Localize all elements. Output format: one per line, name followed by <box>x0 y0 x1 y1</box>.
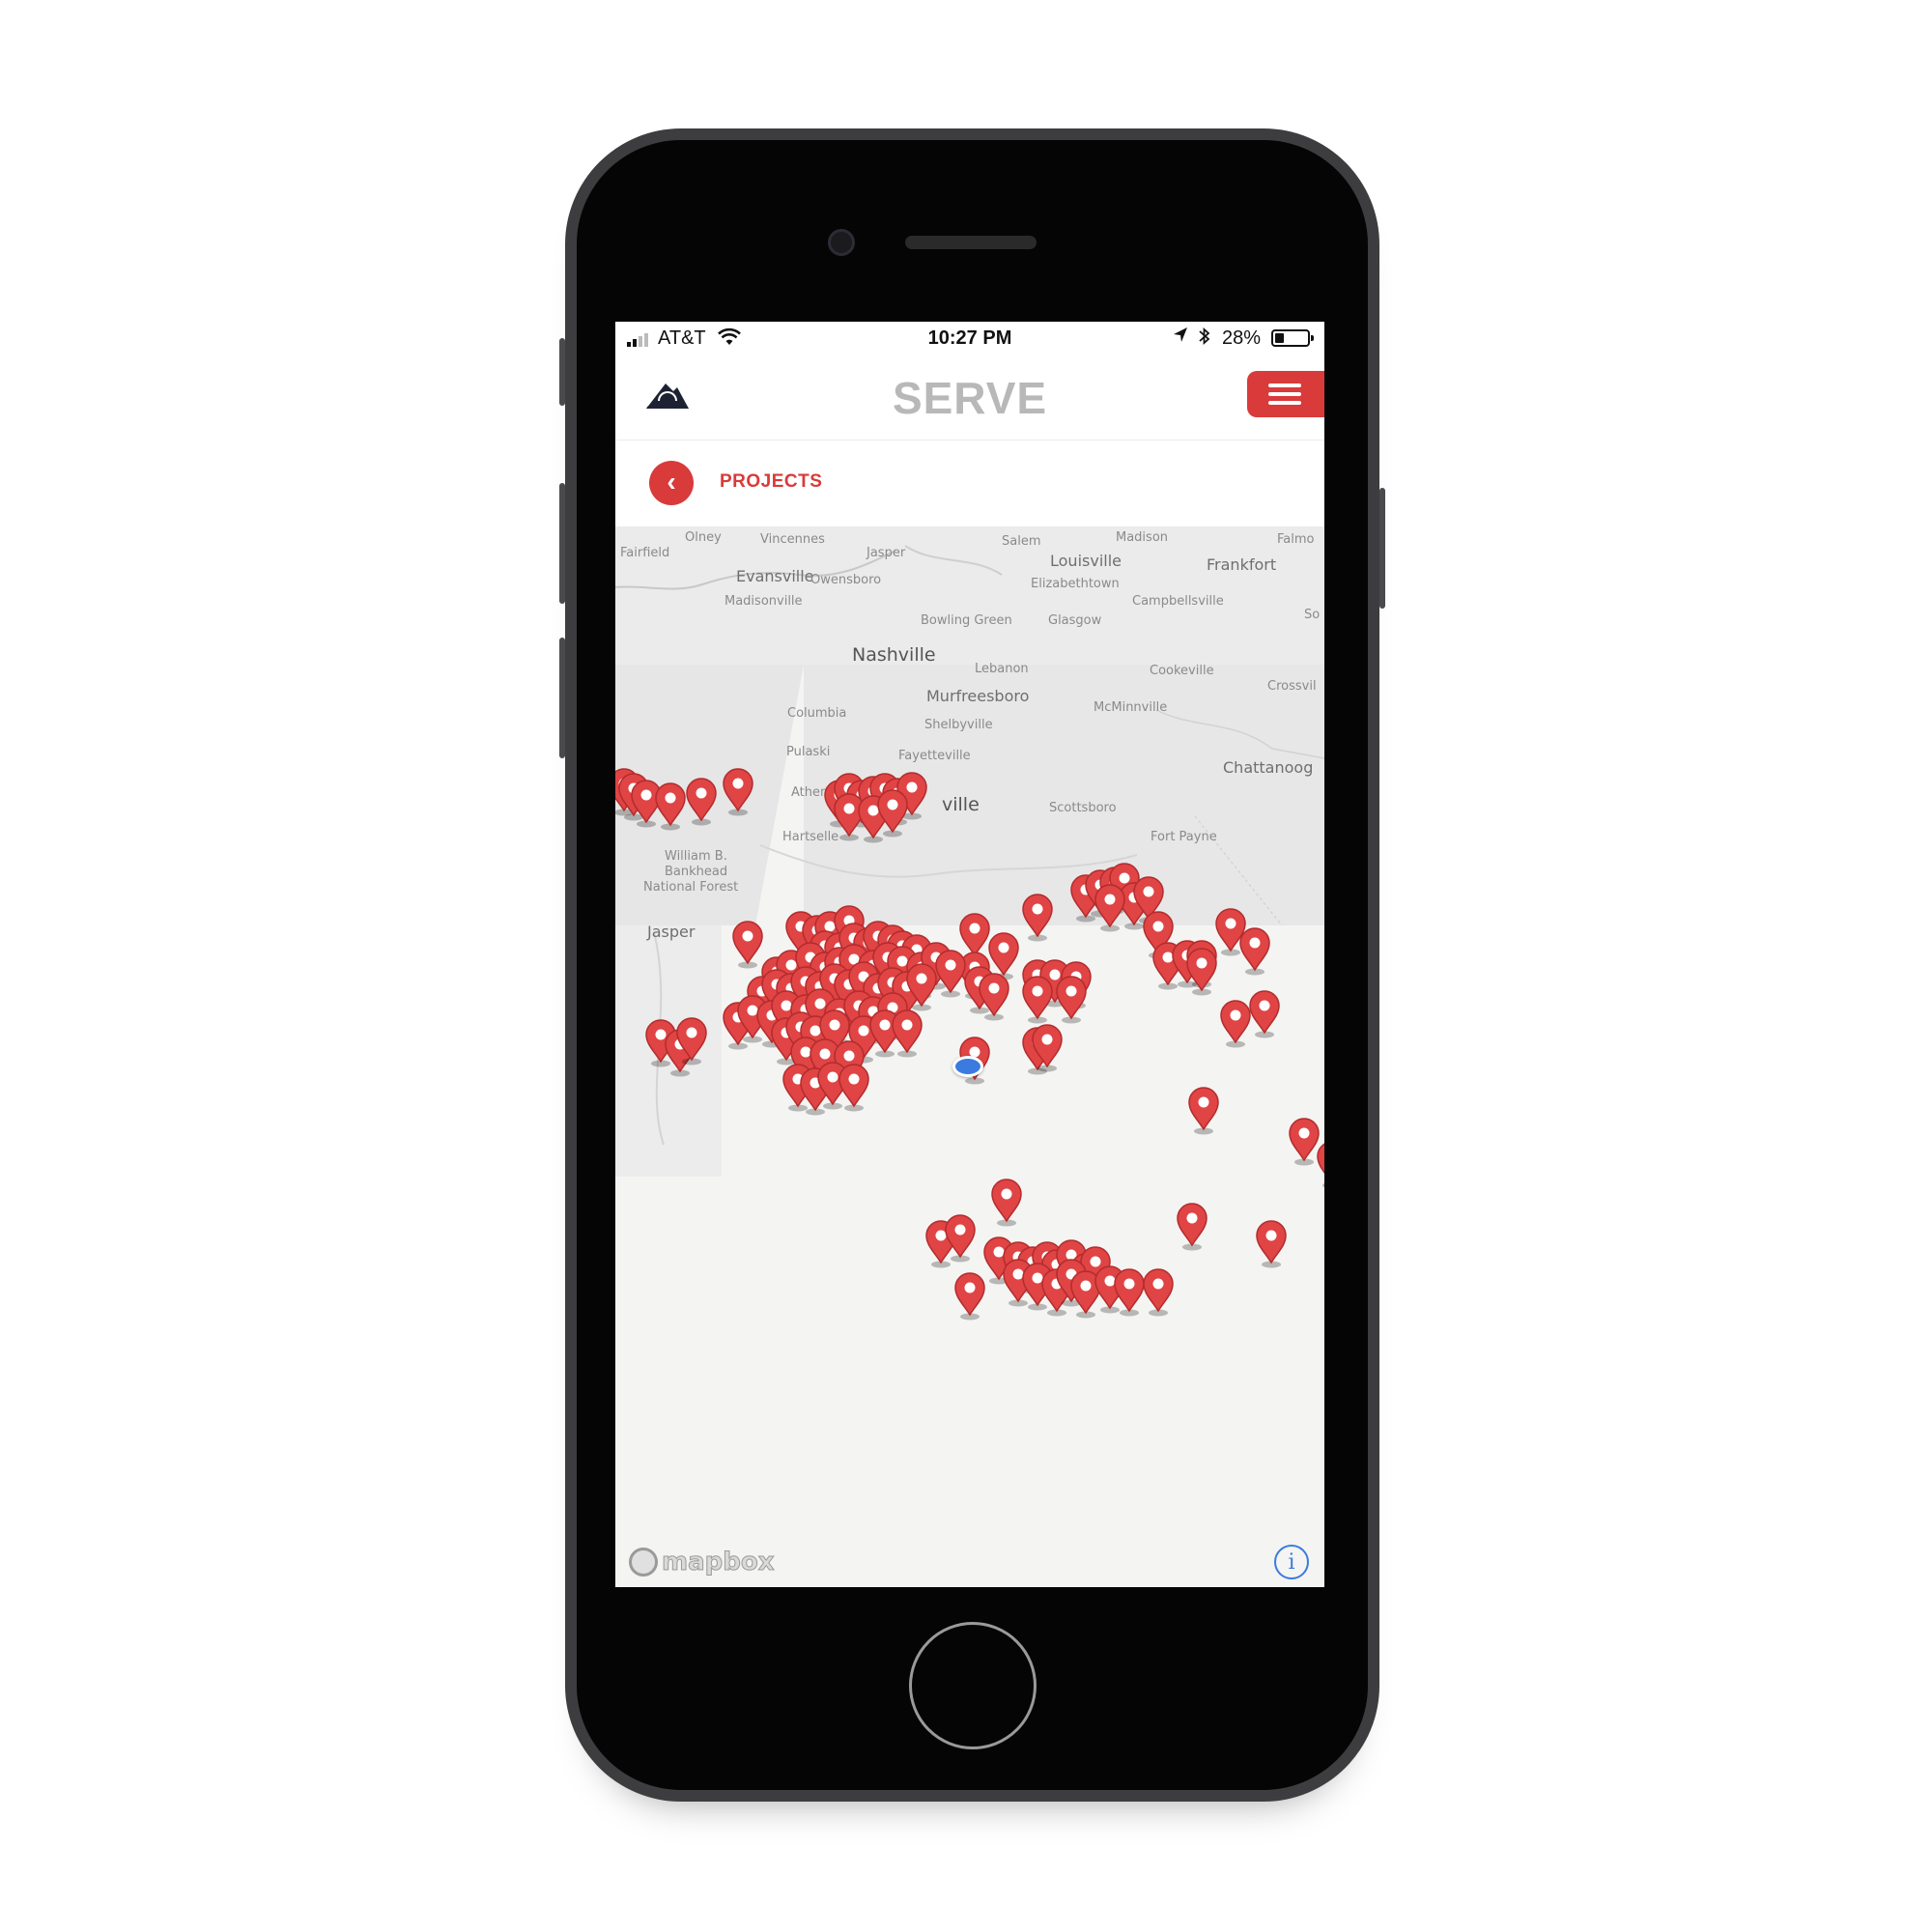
map-pin-icon[interactable] <box>1316 1141 1324 1189</box>
place-label: Fort Payne <box>1151 830 1217 844</box>
map-pin-icon[interactable] <box>1021 894 1054 942</box>
map-pin-icon[interactable] <box>876 789 909 838</box>
place-label: Fayetteville <box>898 749 971 763</box>
place-label: Glasgow <box>1048 613 1102 628</box>
battery-percent: 28% <box>1222 327 1262 349</box>
map-pin-icon[interactable] <box>1055 976 1088 1024</box>
map-pin-icon[interactable] <box>1031 1024 1064 1072</box>
place-label: Falmo <box>1277 532 1315 547</box>
map-pin-icon[interactable] <box>685 778 718 826</box>
map-pin-icon[interactable] <box>722 768 754 816</box>
power-button <box>1379 488 1385 609</box>
place-label: Scottsboro <box>1049 801 1117 815</box>
map-pin-icon[interactable] <box>944 1214 977 1263</box>
phone-screen: AT&T 10:27 PM 28% SERVE ‹ PROJECTS Olney… <box>615 322 1324 1587</box>
mapbox-logo-icon <box>629 1548 658 1577</box>
user-location-dot-icon <box>952 1056 983 1077</box>
place-label: Madisonville <box>724 594 803 609</box>
mapbox-wordmark: mapbox <box>662 1548 775 1577</box>
menu-line <box>1268 392 1301 396</box>
map-pin-icon[interactable] <box>953 1272 986 1321</box>
earpiece-speaker <box>905 236 1037 249</box>
place-label: Hartselle <box>782 830 839 844</box>
map-pin-icon[interactable] <box>1219 1000 1252 1048</box>
place-label: William B. <box>665 849 727 864</box>
place-label: Frankfort <box>1207 555 1277 574</box>
map-pin-icon[interactable] <box>1094 884 1126 932</box>
hamburger-menu-button[interactable] <box>1247 371 1324 417</box>
place-label: Crossvil <box>1267 679 1317 694</box>
home-button[interactable] <box>909 1622 1037 1749</box>
app-header: SERVE <box>615 355 1324 440</box>
map-pin-icon[interactable] <box>1113 1268 1146 1317</box>
place-label: So <box>1304 608 1321 622</box>
status-bar: AT&T 10:27 PM 28% <box>615 322 1324 355</box>
place-label: Jasper <box>867 546 906 560</box>
place-label: Evansville <box>736 567 814 585</box>
place-label: Chattanoog <box>1223 758 1314 777</box>
map-pin-icon[interactable] <box>891 1009 923 1058</box>
place-label: Jasper <box>647 923 696 941</box>
battery-icon <box>1271 329 1314 347</box>
map-pin-icon[interactable] <box>1255 1220 1288 1268</box>
map-pin-icon[interactable] <box>675 1017 708 1065</box>
map-pin-icon[interactable] <box>1176 1203 1208 1251</box>
back-button[interactable]: ‹ <box>649 461 694 505</box>
place-label: ville <box>942 794 980 815</box>
mapbox-logo[interactable]: mapbox <box>629 1546 775 1578</box>
place-label: Bankhead <box>665 865 728 879</box>
map-pin-icon[interactable] <box>654 782 687 831</box>
place-label: Columbia <box>787 706 847 721</box>
place-label: Bowling Green <box>921 613 1012 628</box>
place-label: Olney <box>685 530 722 545</box>
place-label: Madison <box>1116 530 1169 545</box>
map-pin-icon[interactable] <box>905 963 938 1011</box>
place-label: Salem <box>1002 534 1041 549</box>
map-pin-icon[interactable] <box>1185 948 1218 996</box>
place-label: Pulaski <box>786 745 831 759</box>
place-label: McMinnville <box>1094 700 1168 715</box>
volume-down-button <box>559 638 565 758</box>
map-pin-icon[interactable] <box>934 950 967 998</box>
clock: 10:27 PM <box>927 327 1012 349</box>
app-title: SERVE <box>892 373 1048 423</box>
place-label: Shelbyville <box>924 718 993 732</box>
place-label: Nashville <box>852 644 936 666</box>
map-pin-icon[interactable] <box>1238 927 1271 976</box>
map-pin-icon[interactable] <box>978 973 1010 1021</box>
map-pin-icon[interactable] <box>1021 976 1054 1024</box>
map-pin-icon[interactable] <box>1142 1268 1175 1317</box>
front-camera <box>828 229 855 256</box>
bluetooth-icon <box>1199 327 1210 346</box>
menu-line <box>1268 401 1301 405</box>
place-label: Owensboro <box>810 573 882 587</box>
info-icon[interactable]: i <box>1274 1545 1309 1579</box>
map-view[interactable]: Olney Vincennes Jasper Salem Madison Falmo Fai… <box>615 526 1324 1587</box>
place-label: Vincennes <box>760 532 825 547</box>
map-pin-icon[interactable] <box>990 1179 1023 1227</box>
place-label: National Forest <box>643 880 739 895</box>
place-label: Murfreesboro <box>926 687 1030 705</box>
silent-switch <box>559 338 565 406</box>
chevron-left-icon: ‹ <box>667 467 676 497</box>
place-label: Cookeville <box>1150 664 1214 678</box>
place-label: Campbellsville <box>1132 594 1224 609</box>
map-pin-icon[interactable] <box>1248 990 1281 1038</box>
place-label: Louisville <box>1050 552 1122 570</box>
menu-line <box>1268 384 1301 387</box>
place-label: Fairfield <box>620 546 670 560</box>
map-pin-icon[interactable] <box>1187 1087 1220 1135</box>
page-title: PROJECTS <box>720 471 823 492</box>
projects-header: ‹ PROJECTS <box>615 440 1324 526</box>
place-label: Elizabethtown <box>1031 577 1120 591</box>
location-arrow-icon <box>1174 327 1187 342</box>
map-pin-icon[interactable] <box>731 921 764 969</box>
place-label: Lebanon <box>975 662 1029 676</box>
map-pin-icon[interactable] <box>838 1064 870 1112</box>
volume-up-button <box>559 483 565 604</box>
